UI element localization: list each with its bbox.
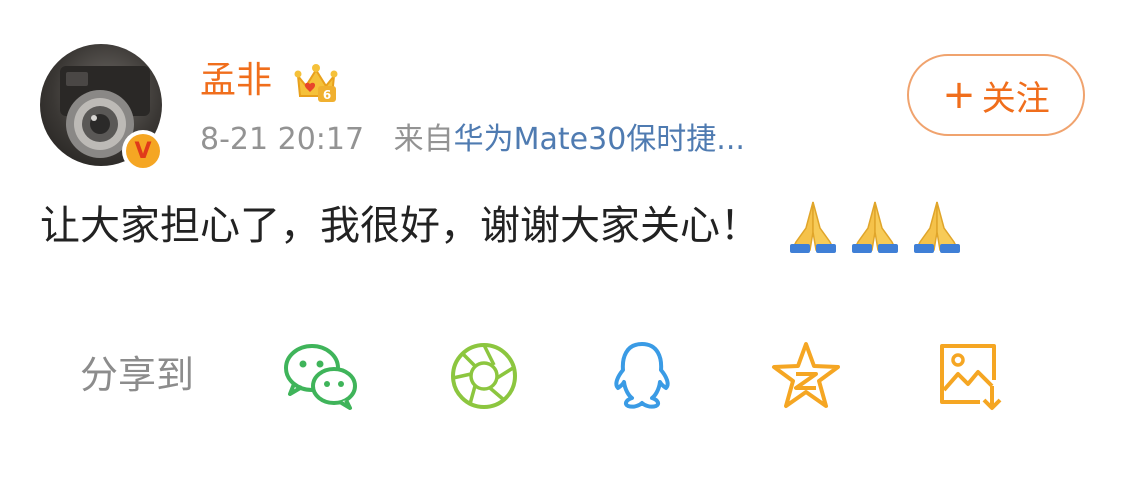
pray-icon [852,201,898,253]
share-qzone-button[interactable] [768,340,844,412]
follow-label: 关注 [981,78,1050,119]
wechat-icon [284,344,357,410]
share-qq-button[interactable] [604,340,680,412]
source-prefix: 来自 [393,122,454,157]
share-moments-button[interactable] [446,340,522,412]
username[interactable]: 孟非 [200,56,272,106]
post-text: 让大家担心了，我很好，谢谢大家关心！ [40,203,760,249]
share-wechat-button[interactable] [282,340,358,412]
wechat-moments-icon [451,343,517,409]
plus-icon: + [942,72,976,118]
emoji-row [786,198,964,254]
pray-icon [790,201,836,253]
svg-text:6: 6 [323,88,331,102]
share-label: 分享到 [80,353,195,397]
qq-icon [614,342,670,409]
source-device-link[interactable]: 华为Mate30保时捷... [454,122,745,157]
verified-v-icon: V [126,134,160,168]
avatar[interactable]: V [40,44,164,172]
save-image-icon [940,344,1002,410]
pray-icon [914,201,960,253]
post-time: 8-21 20:17 [200,122,365,157]
post-meta: 8-21 20:17 来自华为Mate30保时捷... [200,120,745,160]
follow-button[interactable]: + 关注 [907,54,1085,136]
save-image-button[interactable] [932,340,1008,412]
vip-crown-icon: 6 [294,64,338,102]
post-content: 让大家担心了，我很好，谢谢大家关心！ [40,196,964,256]
verified-badge: V [122,130,164,172]
weibo-post-card: V 孟非 6 8-21 20:17 来自华为Mate30保时捷... + 关注 … [0,0,1125,489]
qzone-icon [772,342,840,408]
